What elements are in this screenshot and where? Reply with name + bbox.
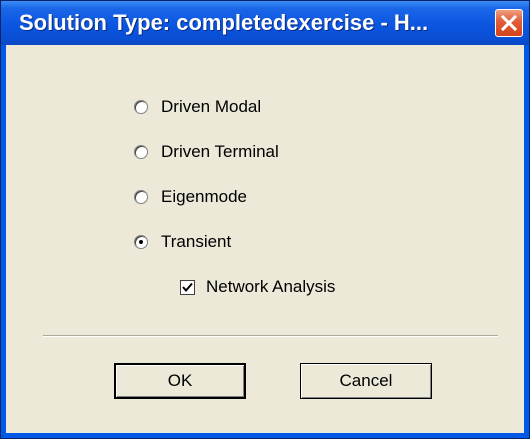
checkbox-label: Network Analysis (206, 277, 336, 296)
title-bar[interactable]: Solution Type: completedexercise - H... (1, 1, 529, 45)
dialog-body: Driven Modal Driven Terminal Eigenmode T… (6, 45, 524, 433)
checkbox[interactable] (180, 279, 195, 295)
radio-selected-dot (139, 240, 143, 244)
radio-button[interactable] (134, 145, 148, 159)
radio-label: Transient (161, 232, 232, 251)
radio-option-transient[interactable]: Transient (134, 230, 231, 254)
close-button[interactable] (495, 9, 523, 37)
ok-button[interactable]: OK (114, 363, 246, 399)
window-title: Solution Type: completedexercise - H... (19, 10, 429, 35)
radio-label: Eigenmode (161, 187, 248, 206)
close-icon (500, 14, 518, 32)
cancel-button[interactable]: Cancel (300, 363, 432, 399)
dialog-window: Solution Type: completedexercise - H... … (0, 0, 530, 439)
radio-option-eigenmode[interactable]: Eigenmode (134, 185, 247, 209)
checkmark-icon (182, 282, 193, 292)
radio-option-driven-modal[interactable]: Driven Modal (134, 95, 261, 119)
radio-button[interactable] (134, 100, 148, 114)
radio-label: Driven Terminal (161, 142, 279, 161)
separator (43, 335, 498, 337)
radio-button[interactable] (134, 190, 148, 204)
radio-button-selected[interactable] (134, 235, 148, 249)
radio-option-driven-terminal[interactable]: Driven Terminal (134, 140, 279, 164)
radio-label: Driven Modal (161, 97, 262, 116)
checkbox-network-analysis[interactable]: Network Analysis (180, 275, 335, 299)
